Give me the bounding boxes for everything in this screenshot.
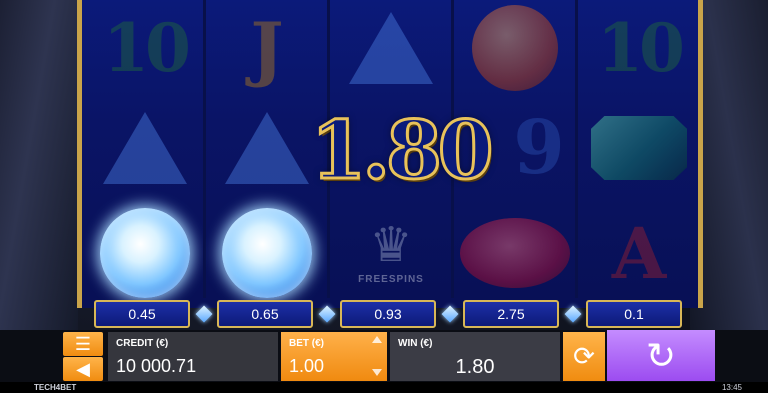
- reel-bet-3[interactable]: 0.93: [340, 300, 436, 328]
- symbol-green-emerald-gem: [584, 98, 694, 198]
- win-amount-overlay: 1.80: [309, 102, 495, 199]
- autoplay-button[interactable]: ⟳: [563, 332, 605, 381]
- diamond-separator-icon: [441, 305, 459, 323]
- win-value: 1.80: [455, 356, 495, 378]
- bet-increase-icon[interactable]: [372, 336, 382, 343]
- diamond-separator-icon: [195, 305, 213, 323]
- symbol-j: J: [250, 6, 284, 90]
- symbol-a: A: [611, 211, 667, 295]
- bet-decrease-icon[interactable]: [372, 369, 382, 376]
- autoplay-icon: ⟳: [573, 341, 595, 371]
- reel-bets-row: 0.45 0.65 0.93 2.75 0.1: [77, 300, 703, 330]
- spin-button[interactable]: ↻: [607, 330, 715, 381]
- win-display: WIN (€) 1.80: [390, 332, 560, 381]
- crown-icon: ♛: [369, 218, 413, 272]
- reel-1: 10: [82, 0, 202, 298]
- reel-bet-1[interactable]: 0.45: [94, 300, 190, 328]
- background-drape-left: [0, 0, 78, 330]
- symbol-10: 10: [103, 9, 191, 87]
- credit-value: 10 000.71: [116, 356, 197, 376]
- reel-bet-2[interactable]: 0.65: [217, 300, 313, 328]
- reel-bet-5[interactable]: 0.1: [586, 300, 682, 328]
- win-label: WIN (€): [398, 338, 433, 349]
- bet-stepper[interactable]: [371, 336, 383, 376]
- symbol-10: 10: [597, 9, 685, 87]
- bet-label: BET (€): [289, 338, 324, 349]
- symbol-blue-triangle-gem: [336, 0, 446, 98]
- symbol-diamond: [212, 203, 322, 303]
- bet-selector[interactable]: BET (€) 1.00: [281, 332, 387, 381]
- diamond-separator-icon: [318, 305, 336, 323]
- menu-icon: ☰: [74, 333, 92, 354]
- speaker-icon: ◀: [76, 358, 90, 379]
- symbol-crown-scatter: ♛ FREESPINS: [358, 218, 424, 285]
- reel-bet-4[interactable]: 2.75: [463, 300, 559, 328]
- symbol-blue-triangle-gem: [90, 98, 200, 198]
- clock: 13:45: [721, 383, 742, 392]
- brand-logo: TECH4BET: [34, 383, 77, 392]
- diamond-separator-icon: [564, 305, 582, 323]
- menu-button[interactable]: ☰: [63, 332, 103, 356]
- spin-icon: ↻: [645, 334, 677, 376]
- symbol-red-oval-gem: [460, 203, 570, 303]
- credit-label: CREDIT (€): [116, 338, 169, 349]
- symbol-orange-round-gem: [460, 0, 570, 98]
- reel-5: 10 A: [578, 0, 698, 298]
- sound-button[interactable]: ◀: [63, 357, 103, 381]
- bet-value: 1.00: [289, 356, 325, 376]
- symbol-diamond: [90, 203, 200, 303]
- credit-display: CREDIT (€) 10 000.71: [108, 332, 278, 381]
- footer-bar: TECH4BET 13:45: [0, 382, 768, 393]
